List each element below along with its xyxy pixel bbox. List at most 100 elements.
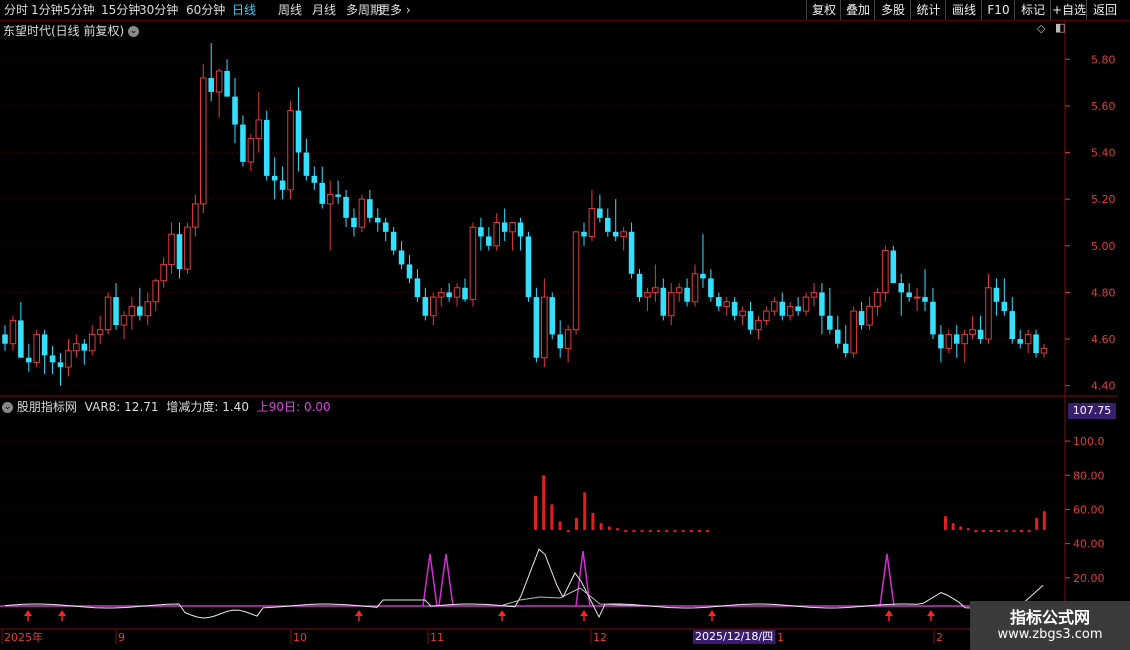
candle-body	[581, 231, 587, 237]
candle-body	[430, 296, 437, 317]
candle-body	[660, 287, 667, 316]
candle-body	[835, 329, 841, 344]
indicator-bar	[1012, 529, 1016, 532]
candle-body	[723, 301, 731, 307]
date-cursor-label: 2025/12/18/四	[693, 630, 776, 644]
candle-body	[564, 329, 572, 349]
candle-body	[422, 297, 429, 316]
buy-arrow	[885, 610, 893, 616]
indicator-bar	[974, 529, 978, 532]
force-value: 1.40	[222, 400, 249, 414]
up90-value: 0.00	[303, 400, 331, 414]
candle-body	[779, 301, 786, 316]
indicator-bar	[698, 529, 701, 532]
indicator-bar	[997, 529, 1001, 532]
indicator-tick-label: 60.00	[1073, 503, 1105, 516]
candle-body	[708, 278, 714, 298]
candle-body	[993, 287, 1000, 302]
candle-body	[41, 334, 48, 356]
indicator-dropdown-icon[interactable]: ⌄	[2, 402, 13, 413]
indicator-spike	[575, 550, 591, 607]
candle-body	[224, 70, 230, 97]
indicator-bar	[1020, 529, 1023, 532]
candle-body	[636, 273, 643, 298]
candle-body	[486, 236, 492, 246]
indicator-bar	[534, 495, 537, 530]
date-label: 11	[430, 631, 444, 644]
indicator-bar	[706, 529, 710, 532]
candle-body	[810, 291, 818, 298]
candle-body	[588, 208, 596, 237]
up90-label: 上90日:	[256, 400, 301, 414]
candle-body	[120, 315, 128, 326]
candle-body	[303, 152, 310, 176]
panel-toggle-icon[interactable]: ◧	[1055, 21, 1065, 34]
watermark-title: 指标公式网	[1009, 608, 1090, 627]
candle-body	[374, 217, 381, 223]
candle-body	[938, 334, 944, 349]
candle-body	[731, 301, 738, 316]
candle-body	[802, 296, 810, 312]
candle-body	[65, 350, 72, 368]
dropdown-circle-icon[interactable]: ⌄	[128, 26, 140, 37]
indicator-bar	[640, 529, 644, 532]
indicator-bar	[624, 529, 628, 532]
candle-body	[747, 311, 754, 330]
var8-value: 12.71	[124, 400, 159, 414]
candle-body	[858, 311, 865, 326]
candle-body	[795, 306, 801, 312]
candle-body	[961, 333, 968, 345]
indicator-bar	[1035, 518, 1039, 530]
stock-name-label: 东望时代(日线 前复权)	[3, 24, 125, 38]
price-tick-label: 4.60	[1091, 333, 1116, 346]
candle-body	[882, 249, 889, 293]
candle-body	[652, 287, 659, 293]
candle-body	[81, 343, 88, 351]
price-tick-label: 5.20	[1091, 193, 1116, 206]
candle-body	[644, 291, 651, 298]
buy-arrow	[355, 610, 363, 616]
candle-body	[977, 329, 984, 340]
indicator-bar	[673, 529, 677, 532]
candle-body	[850, 310, 857, 354]
date-label: 2025年	[4, 630, 43, 644]
price-tick-label: 5.80	[1091, 53, 1116, 66]
candle-body	[771, 301, 778, 312]
indicator-bar	[944, 516, 947, 530]
candle-body	[113, 297, 119, 326]
indicator-spike	[422, 553, 438, 607]
candle-body	[271, 175, 278, 181]
candle-body	[279, 180, 286, 190]
date-label: 12	[593, 631, 607, 644]
candle-body	[700, 273, 706, 279]
candle-body	[549, 297, 556, 335]
date-label: 10	[293, 631, 307, 644]
candle-body	[128, 305, 136, 317]
candle-body	[255, 119, 263, 140]
candle-body	[469, 226, 477, 300]
candle-body	[953, 334, 960, 344]
candle-body	[26, 357, 32, 363]
candle-body	[295, 110, 302, 153]
candle-body	[406, 264, 413, 279]
indicator-current-value: 107.75	[1068, 403, 1116, 419]
date-label: 2	[936, 631, 943, 644]
candle-body	[930, 301, 936, 335]
indicator-bar	[966, 528, 970, 531]
indicator-bar	[550, 504, 554, 530]
candle-body	[263, 119, 270, 176]
var8-label: VAR8:	[84, 400, 121, 414]
candle-body	[1001, 301, 1008, 312]
indicator-bar	[632, 529, 636, 532]
candle-body	[215, 70, 223, 93]
candle-body	[358, 198, 366, 228]
candle-body	[453, 287, 461, 298]
candle-body	[9, 319, 17, 345]
indicator-bar	[648, 529, 652, 532]
indicator-bar	[599, 523, 603, 530]
candle-body	[786, 305, 794, 317]
stock-chart[interactable]: 5.80 5.60 5.40 5.20 5.00 4.80 4.60 4.40 100.0 80.…	[0, 0, 1130, 650]
date-label: 1	[777, 631, 784, 644]
candle-body	[819, 292, 825, 316]
diamond-icon[interactable]: ◇	[1037, 22, 1045, 35]
